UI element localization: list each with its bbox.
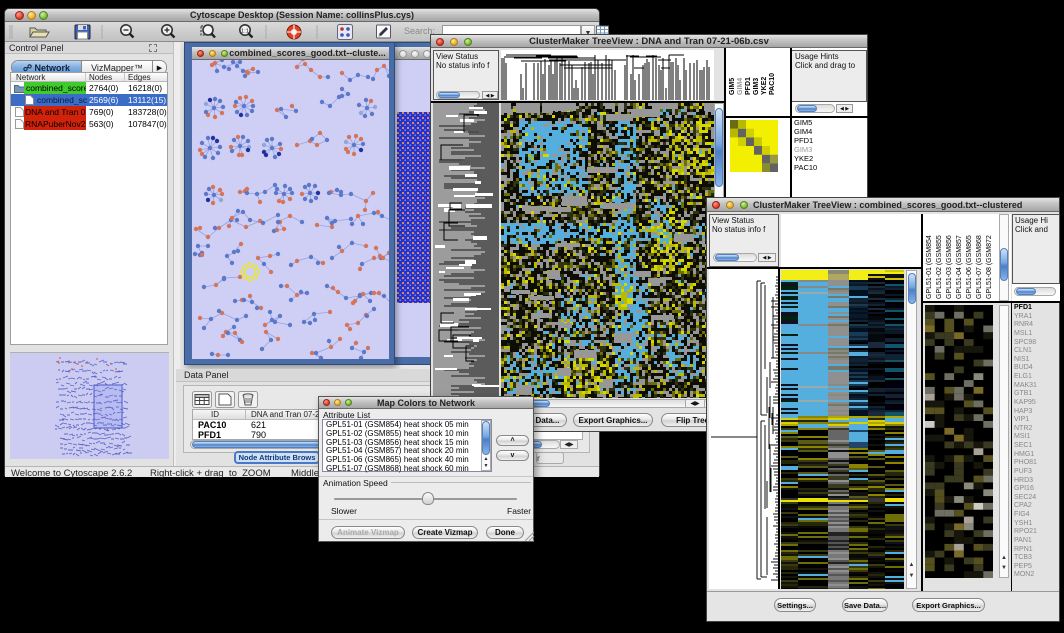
svg-text:1:1: 1:1 xyxy=(241,28,249,34)
